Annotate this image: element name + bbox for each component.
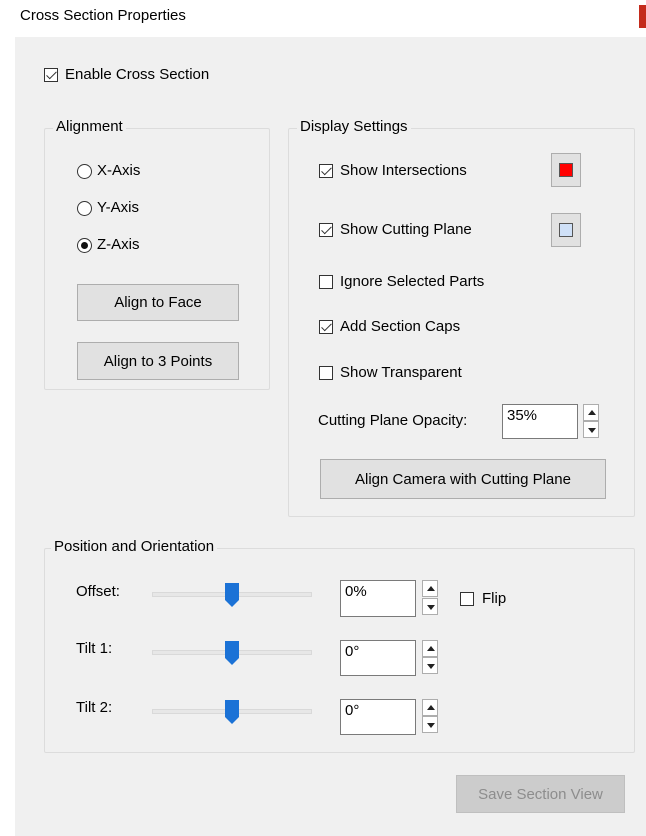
intersection-color-button[interactable] (551, 153, 581, 187)
opacity-spin-down[interactable] (583, 421, 599, 438)
intersection-color-swatch (559, 163, 573, 177)
align-to-face-button[interactable]: Align to Face (77, 284, 239, 321)
alignment-legend: Alignment (53, 118, 126, 135)
ignore-selected-parts-checkbox[interactable] (319, 275, 333, 289)
offset-spin-down[interactable] (422, 598, 438, 615)
tilt2-input[interactable]: 0° (340, 699, 416, 735)
tilt2-label: Tilt 2: (76, 699, 113, 716)
align-to-3-points-button[interactable]: Align to 3 Points (77, 342, 239, 380)
position-orientation-group: Position and Orientation Offset: 0% Flip… (44, 538, 635, 753)
show-transparent-checkbox[interactable] (319, 366, 333, 380)
tilt2-spin-up[interactable] (422, 699, 438, 716)
z-axis-label: Z-Axis (97, 236, 140, 253)
offset-label: Offset: (76, 583, 120, 600)
ignore-selected-parts-label: Ignore Selected Parts (340, 273, 485, 290)
position-orientation-legend: Position and Orientation (51, 538, 218, 555)
display-settings-legend: Display Settings (297, 118, 411, 135)
properties-panel: Enable Cross Section Alignment X-Axis Y-… (15, 37, 646, 836)
tilt1-spin-up[interactable] (422, 640, 438, 657)
offset-input[interactable]: 0% (340, 580, 416, 617)
window-title: Cross Section Properties (20, 7, 186, 24)
align-camera-button[interactable]: Align Camera with Cutting Plane (320, 459, 606, 499)
display-settings-group: Display Settings Show Intersections Show… (288, 118, 635, 517)
add-section-caps-label: Add Section Caps (340, 318, 461, 335)
offset-spin-up[interactable] (422, 580, 438, 597)
cutting-plane-color-swatch (559, 223, 573, 237)
flip-checkbox[interactable] (460, 592, 474, 606)
offset-slider-thumb[interactable] (224, 582, 240, 608)
tilt1-slider-thumb[interactable] (224, 640, 240, 666)
x-axis-label: X-Axis (97, 162, 141, 179)
y-axis-radio[interactable] (77, 201, 92, 216)
save-section-view-button[interactable]: Save Section View (456, 775, 625, 813)
alignment-group: Alignment X-Axis Y-Axis Z-Axis Align to … (44, 118, 270, 390)
window-accent-mark (639, 5, 646, 28)
cutting-plane-opacity-label: Cutting Plane Opacity: (318, 412, 468, 429)
show-cutting-plane-label: Show Cutting Plane (340, 221, 472, 238)
y-axis-label: Y-Axis (97, 199, 139, 216)
show-intersections-checkbox[interactable] (319, 164, 333, 178)
x-axis-radio[interactable] (77, 164, 92, 179)
tilt1-spin-down[interactable] (422, 657, 438, 674)
tilt1-label: Tilt 1: (76, 640, 113, 657)
show-cutting-plane-checkbox[interactable] (319, 223, 333, 237)
z-axis-radio[interactable] (77, 238, 92, 253)
opacity-spin-up[interactable] (583, 404, 599, 421)
tilt2-spin-down[interactable] (422, 716, 438, 733)
enable-cross-section-checkbox[interactable] (44, 68, 58, 82)
show-transparent-label: Show Transparent (340, 364, 462, 381)
cutting-plane-color-button[interactable] (551, 213, 581, 247)
tilt1-input[interactable]: 0° (340, 640, 416, 676)
enable-cross-section-label: Enable Cross Section (65, 66, 210, 83)
tilt2-slider-thumb[interactable] (224, 699, 240, 725)
flip-label: Flip (482, 590, 507, 607)
opacity-input[interactable]: 35% (502, 404, 578, 439)
add-section-caps-checkbox[interactable] (319, 320, 333, 334)
show-intersections-label: Show Intersections (340, 162, 467, 179)
